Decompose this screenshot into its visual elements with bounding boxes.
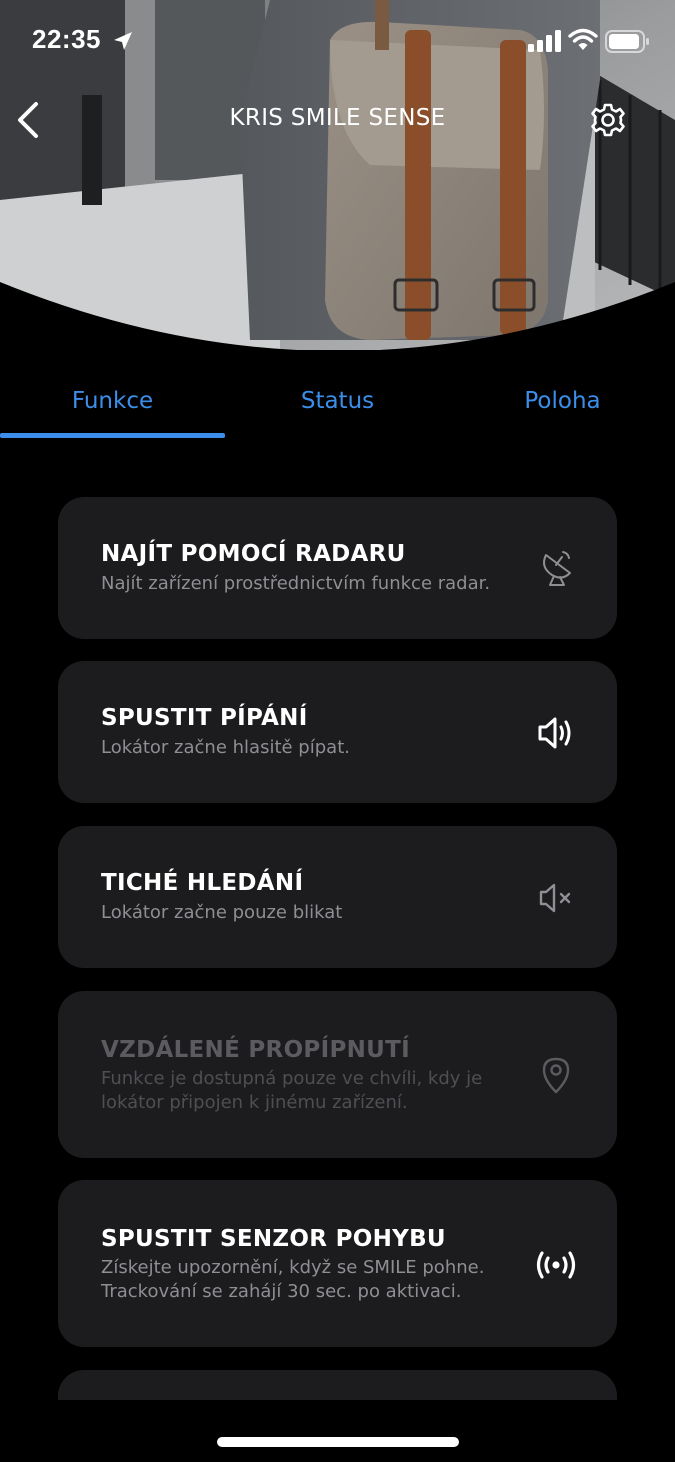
card-subtitle-line: Získejte upozornění, když se SMILE pohne…	[101, 1257, 485, 1278]
card-subtitle-line: lokátor připojen k jinému zařízení.	[101, 1092, 408, 1113]
card-title: TICHÉ HLEDÁNÍ	[101, 870, 304, 896]
card-subtitle: Lokátor začne hlasitě pípat.	[101, 737, 350, 758]
radar-search-card[interactable]: NAJÍT POMOCÍ RADARU Najít zařízení prost…	[58, 497, 617, 639]
card-subtitle: Najít zařízení prostřednictvím funkce ra…	[101, 573, 491, 594]
card-title: VZDÁLENÉ PROPÍPNUTÍ	[101, 1037, 410, 1063]
function-list[interactable]: NAJÍT POMOCÍ RADARU Najít zařízení prost…	[0, 0, 675, 1400]
card-title: SPUSTIT SENZOR POHYBU	[101, 1226, 446, 1252]
beep-card[interactable]: SPUSTIT PÍPÁNÍ Lokátor začne hlasitě píp…	[58, 661, 617, 803]
card-subtitle: Funkce je dostupná pouze ve chvíli, kdy …	[101, 1067, 521, 1115]
card-subtitle: Lokátor začne pouze blikat	[101, 902, 343, 923]
location-pin-icon	[532, 1052, 580, 1100]
home-indicator[interactable]	[217, 1437, 459, 1447]
motion-sensor-card[interactable]: SPUSTIT SENZOR POHYBU Získejte upozorněn…	[58, 1180, 617, 1347]
speaker-loud-icon	[532, 709, 580, 757]
card-subtitle: Získejte upozornění, když se SMILE pohne…	[101, 1256, 521, 1304]
card-subtitle-line: Trackování se zahájí 30 sec. po aktivaci…	[101, 1281, 462, 1302]
card-title: SPUSTIT PÍPÁNÍ	[101, 705, 308, 731]
card-subtitle-line: Funkce je dostupná pouze ve chvíli, kdy …	[101, 1068, 483, 1089]
radar-dish-icon	[532, 545, 580, 593]
card-title: NAJÍT POMOCÍ RADARU	[101, 541, 406, 567]
silent-search-card[interactable]: TICHÉ HLEDÁNÍ Lokátor začne pouze blikat	[58, 826, 617, 968]
remote-beep-card[interactable]: VZDÁLENÉ PROPÍPNUTÍ Funkce je dostupná p…	[58, 991, 617, 1158]
broadcast-icon	[532, 1241, 580, 1289]
speaker-muted-icon	[532, 874, 580, 922]
next-function-card[interactable]	[58, 1370, 617, 1400]
